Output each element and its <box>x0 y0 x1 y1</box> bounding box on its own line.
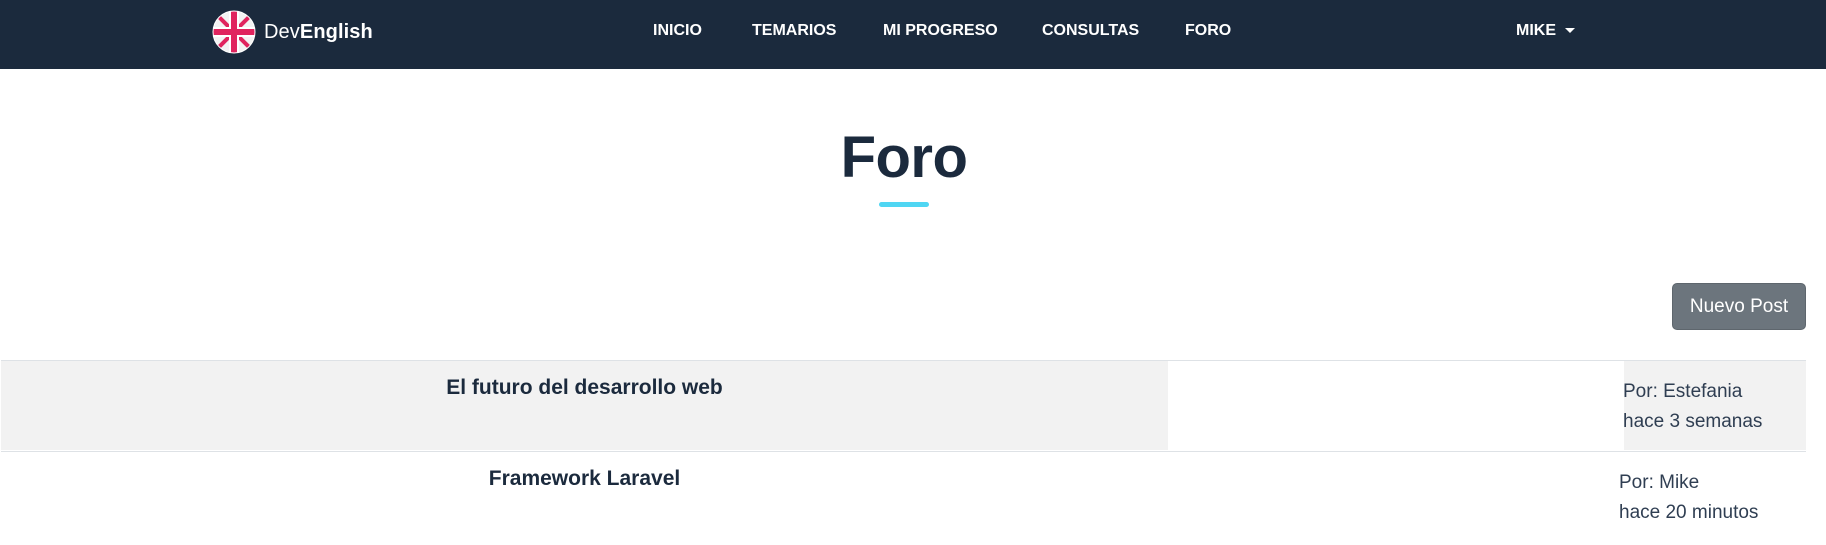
post-row: Framework Laravel Por: Mike hace 20 minu… <box>1 451 1806 541</box>
caret-down-icon <box>1565 27 1575 33</box>
user-menu-label: MIKE <box>1516 22 1556 39</box>
post-author: Por: Estefania <box>1623 381 1743 402</box>
post-title-link[interactable]: Framework Laravel <box>1 466 1168 492</box>
nav-item-consultas[interactable]: CONSULTAS <box>1042 22 1139 40</box>
row-divider-gap <box>1168 361 1624 450</box>
page-title: Foro <box>840 125 968 190</box>
post-title-link[interactable]: El futuro del desarrollo web <box>1 375 1168 401</box>
post-meta: Por: Estefania hace 3 semanas <box>1623 377 1762 437</box>
post-time: hace 20 minutos <box>1619 502 1759 523</box>
post-time: hace 3 semanas <box>1623 411 1763 432</box>
brand-name-bold: English <box>299 20 373 43</box>
post-author: Por: Mike <box>1619 472 1700 493</box>
title-underline <box>879 202 929 207</box>
nav-item-mi-progreso[interactable]: MI PROGRESO <box>883 22 998 40</box>
nav-item-inicio[interactable]: INICIO <box>653 22 702 40</box>
brand-name-light: Dev <box>264 20 300 43</box>
nav-item-foro[interactable]: FORO <box>1185 22 1231 40</box>
new-post-button[interactable]: Nuevo Post <box>1672 283 1806 330</box>
user-menu-dropdown[interactable]: MIKE <box>1516 22 1575 40</box>
brand-name: DevEnglish <box>264 21 373 44</box>
uk-flag-icon <box>212 10 256 54</box>
post-row: El futuro del desarrollo web Por: Estefa… <box>1 360 1806 450</box>
post-meta: Por: Mike hace 20 minutos <box>1619 468 1758 528</box>
nav-item-temarios[interactable]: TEMARIOS <box>752 22 836 40</box>
brand-logo-link[interactable]: DevEnglish <box>212 10 373 54</box>
top-navbar: DevEnglish INICIO TEMARIOS MI PROGRESO C… <box>0 0 1826 69</box>
